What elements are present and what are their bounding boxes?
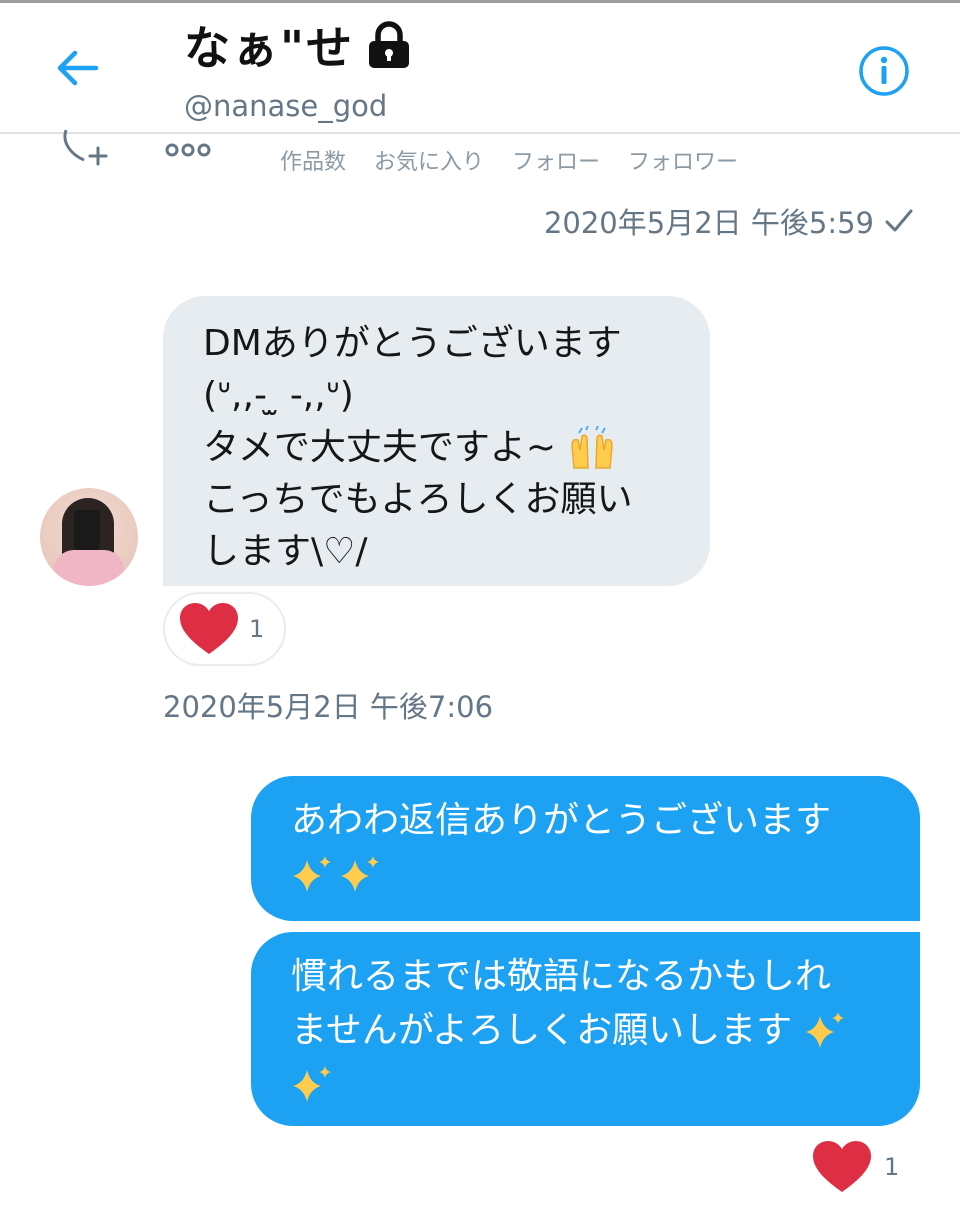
message-timestamp: 2020年5月2日 午後5:59 bbox=[544, 200, 914, 242]
message-line: あわわ返信ありがとうございます bbox=[291, 800, 832, 841]
sparkles-emoji-icon bbox=[805, 1012, 844, 1048]
conversation-header: なぁ"せ @nanase_god bbox=[0, 3, 960, 134]
heart-icon bbox=[180, 603, 238, 654]
avatar[interactable] bbox=[40, 488, 138, 586]
display-name: なぁ"せ bbox=[184, 21, 354, 75]
profile-stats: 作品数 お気に入り フォロー フォロワー bbox=[280, 144, 738, 176]
message-line: ませんがよろしくお願いします bbox=[291, 1004, 880, 1058]
sparkles-emoji-icon bbox=[293, 1066, 331, 1102]
message-timestamp: 2020年5月2日 午後7:06 bbox=[163, 690, 494, 724]
sent-message-bubble[interactable]: 慣れるまでは敬語になるかもしれ ませんがよろしくお願いします bbox=[251, 932, 920, 1126]
stat-following[interactable]: フォロー bbox=[512, 144, 600, 176]
info-button[interactable] bbox=[856, 43, 912, 99]
lock-icon bbox=[364, 20, 414, 70]
message-line: DMありがとうございます bbox=[203, 323, 622, 364]
arrow-left-icon bbox=[57, 50, 99, 86]
sent-message-bubble[interactable]: あわわ返信ありがとうございます bbox=[251, 776, 920, 921]
more-options-icon[interactable] bbox=[164, 140, 214, 164]
call-icon[interactable] bbox=[58, 129, 118, 174]
message-line: こっちでもよろしくお願い bbox=[203, 479, 633, 520]
check-icon bbox=[885, 209, 913, 232]
message-line: タメで大丈夫ですよ~ bbox=[203, 422, 670, 474]
info-icon bbox=[859, 46, 909, 96]
message-line bbox=[291, 1058, 880, 1112]
conversation-title-group[interactable]: なぁ"せ @nanase_god bbox=[184, 15, 414, 123]
heart-reaction-button[interactable]: 1 bbox=[812, 1140, 899, 1194]
profile-summary-strip: 作品数 お気に入り フォロー フォロワー bbox=[0, 129, 960, 186]
conversation-title: なぁ"せ bbox=[184, 15, 414, 75]
message-line: 慣れるまでは敬語になるかもしれ bbox=[291, 956, 832, 997]
timestamp-text: 2020年5月2日 午後5:59 bbox=[543, 206, 874, 240]
message-line bbox=[291, 848, 880, 902]
message-line: (ᐡ,,- ̫ -,,ᐡ) bbox=[203, 375, 354, 416]
back-button[interactable] bbox=[50, 45, 104, 91]
heart-reaction-button[interactable]: 1 bbox=[163, 592, 286, 666]
received-message-bubble[interactable]: DMありがとうございます (ᐡ,,- ̫ -,,ᐡ) タメで大丈夫ですよ~ こっ… bbox=[163, 296, 710, 586]
stat-followers[interactable]: フォロワー bbox=[628, 144, 738, 176]
raising-hands-emoji-icon bbox=[570, 426, 613, 469]
reaction-count: 1 bbox=[249, 615, 265, 643]
message-line: します\♡/ bbox=[203, 531, 368, 572]
stat-favorites[interactable]: お気に入り bbox=[374, 144, 484, 176]
user-handle: @nanase_god bbox=[184, 89, 388, 123]
heart-icon bbox=[813, 1141, 871, 1192]
stat-works[interactable]: 作品数 bbox=[280, 144, 346, 176]
sparkles-emoji-icon bbox=[293, 856, 379, 892]
reaction-count: 1 bbox=[884, 1153, 900, 1181]
